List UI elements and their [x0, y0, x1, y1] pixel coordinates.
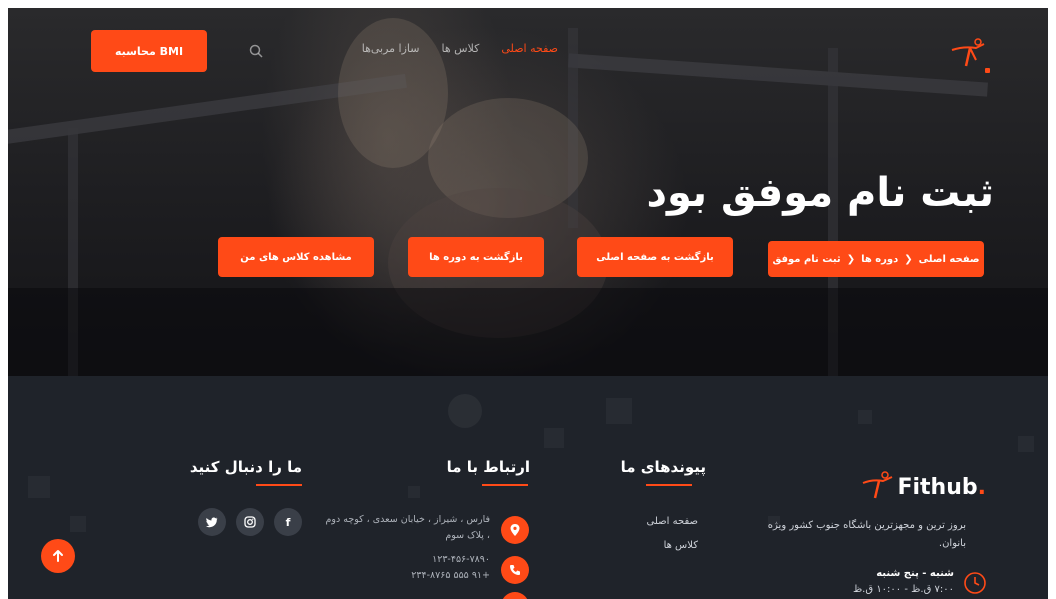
decor-square: [408, 486, 420, 498]
links-title-underline: [646, 484, 692, 486]
fithub-logo-icon: [863, 471, 893, 499]
contact-phone-1: ۱۲۳-۴۵۶-۷۸۹۰: [432, 554, 490, 565]
view-my-classes-button[interactable]: مشاهده کلاس های من: [218, 237, 374, 277]
page: محاسبه BMI صفحه اصلی کلاس ها سازا مربی‌ه…: [8, 8, 1048, 599]
decor-square: [70, 516, 86, 532]
back-to-home-button[interactable]: بازگشت به صفحه اصلی: [577, 237, 733, 277]
footer-link-classes[interactable]: کلاس ها: [664, 540, 698, 551]
hero-section: محاسبه BMI صفحه اصلی کلاس ها سازا مربی‌ه…: [8, 8, 1048, 376]
follow-title-underline: [256, 484, 302, 486]
links-title: پیوندهای ما: [620, 458, 706, 476]
chevron-left-icon: ❮: [904, 253, 913, 265]
top-navbar: محاسبه BMI صفحه اصلی کلاس ها سازا مربی‌ه…: [8, 30, 1048, 73]
arrow-up-icon: [53, 550, 63, 562]
facebook-icon[interactable]: f: [274, 508, 302, 536]
instagram-icon[interactable]: [236, 508, 264, 536]
logo-dot: [985, 68, 990, 73]
breadcrumb: صفحه اصلی ❮ دوره ها ❮ ثبت نام موفق: [768, 241, 984, 277]
contact-address: فارس ، شیراز ، خیابان سعدی ، کوچه دوم ، …: [325, 514, 490, 541]
back-to-courses-button[interactable]: بازگشت به دوره ها: [408, 237, 544, 277]
contact-title: ارتباط با ما: [446, 458, 530, 476]
decor-square: [606, 398, 632, 424]
twitter-icon[interactable]: [198, 508, 226, 536]
follow-title: ما را دنبال کنید: [189, 458, 302, 476]
decor-square: [1018, 436, 1034, 452]
email-icon: [501, 592, 529, 599]
footer-brand[interactable]: Fithub.: [861, 470, 986, 500]
brand-name: Fithub.: [897, 475, 986, 500]
decor-bubble: [448, 394, 482, 428]
nav-link-home[interactable]: صفحه اصلی: [501, 42, 558, 60]
page-title: ثبت نام موفق بود: [646, 170, 994, 216]
clock-icon: [964, 572, 986, 594]
location-icon: [501, 516, 529, 544]
opening-days: شنبه - پنج شنبه: [876, 568, 954, 579]
breadcrumb-current: ثبت نام موفق: [772, 253, 841, 265]
fithub-logo-icon[interactable]: [948, 36, 988, 68]
nav-link-trainers[interactable]: سازا مربی‌ها: [362, 42, 420, 60]
footer: Fithub. بروز ترین و مجهزترین باشگاه جنوب…: [8, 376, 1048, 599]
floor-shadow: [8, 288, 1048, 376]
footer-link-home[interactable]: صفحه اصلی: [647, 516, 698, 527]
opening-hours: ۷:۰۰ ق.ظ - ۱۰:۰۰ ق.ظ: [852, 584, 954, 595]
decor-square: [28, 476, 50, 498]
contact-phone-2: +۹۱ ۵۵۵ ۲۳۴-۸۷۶۵: [411, 570, 490, 581]
nav-link-classes[interactable]: کلاس ها: [442, 42, 480, 60]
brand-description: بروز ترین و مجهزترین باشگاه جنوب کشور وی…: [767, 520, 966, 549]
breadcrumb-home[interactable]: صفحه اصلی: [919, 254, 980, 265]
decor-square: [858, 410, 872, 424]
scroll-to-top-button[interactable]: [41, 539, 75, 573]
nav-links: صفحه اصلی کلاس ها سازا مربی‌ها: [258, 42, 558, 60]
decor-square: [544, 428, 564, 448]
breadcrumb-courses[interactable]: دوره ها: [861, 254, 898, 265]
chevron-left-icon: ❮: [846, 253, 856, 265]
bmi-calculator-button[interactable]: محاسبه BMI: [91, 30, 207, 72]
phone-icon: [501, 556, 529, 584]
contact-title-underline: [482, 484, 528, 486]
